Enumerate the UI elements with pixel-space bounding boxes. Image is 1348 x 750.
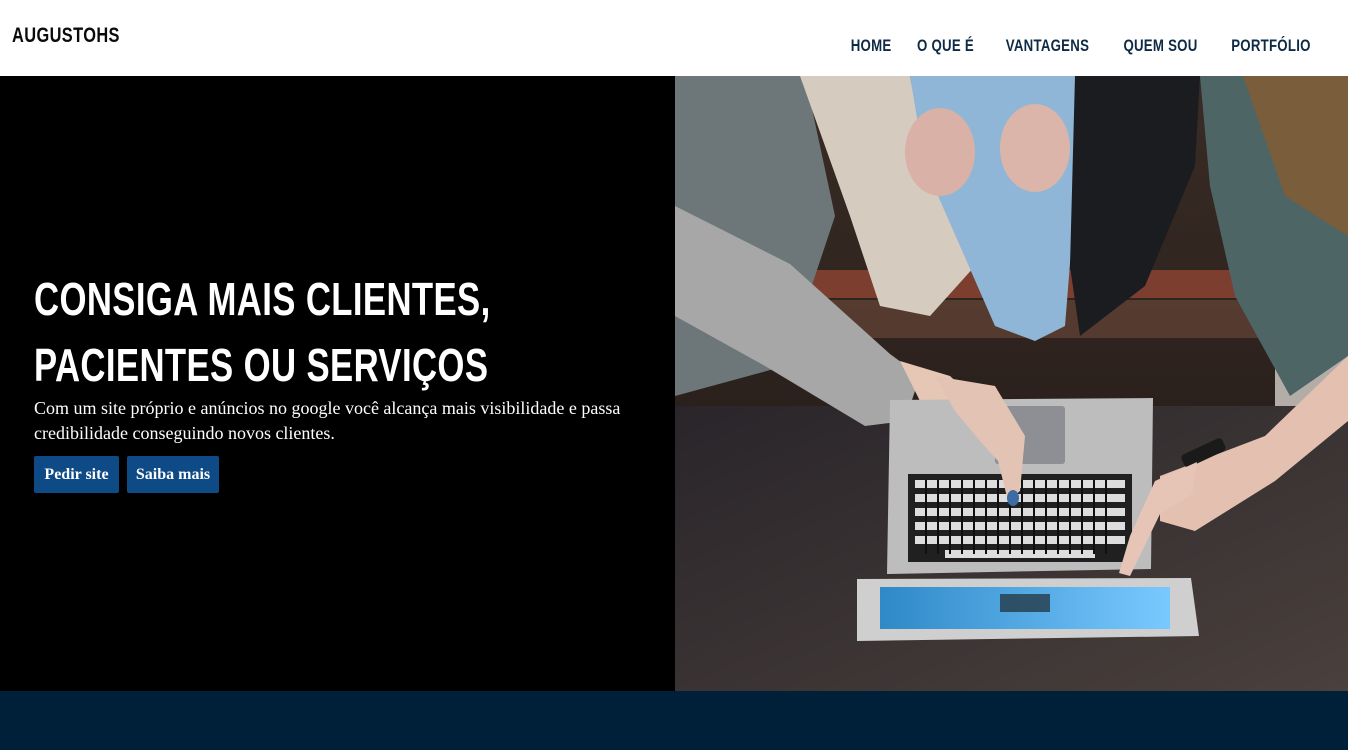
nav-portfolio[interactable]: PORTFÓLIO <box>1220 36 1321 56</box>
laptop-collaboration-photo-icon <box>675 76 1348 691</box>
pedir-site-button[interactable]: Pedir site <box>34 456 119 493</box>
hero-actions: Pedir site Saiba mais <box>34 456 219 493</box>
main-navigation: HOME O QUE É VANTAGENS QUEM SOU PORTFÓLI… <box>839 36 1328 56</box>
nav-vantagens[interactable]: VANTAGENS <box>995 36 1100 56</box>
nav-o-que-e[interactable]: O QUE É <box>906 36 985 56</box>
hero-description: Com um site próprio e anúncios no google… <box>34 398 621 443</box>
hero-title: CONSIGA MAIS CLIENTES, PACIENTES OU SERV… <box>34 273 491 391</box>
saiba-mais-button[interactable]: Saiba mais <box>127 456 219 493</box>
nav-quem-sou[interactable]: QUEM SOU <box>1113 36 1209 56</box>
hero-section: CONSIGA MAIS CLIENTES, PACIENTES OU SERV… <box>0 76 1348 691</box>
next-section-band <box>0 691 1348 750</box>
brand-logo-link[interactable]: AUGUSTOHS <box>12 24 120 48</box>
site-header: AUGUSTOHS HOME O QUE É VANTAGENS QUEM SO… <box>0 0 1348 76</box>
nav-home[interactable]: HOME <box>840 36 903 56</box>
hero-image <box>675 76 1348 691</box>
hero-content: CONSIGA MAIS CLIENTES, PACIENTES OU SERV… <box>0 76 675 691</box>
